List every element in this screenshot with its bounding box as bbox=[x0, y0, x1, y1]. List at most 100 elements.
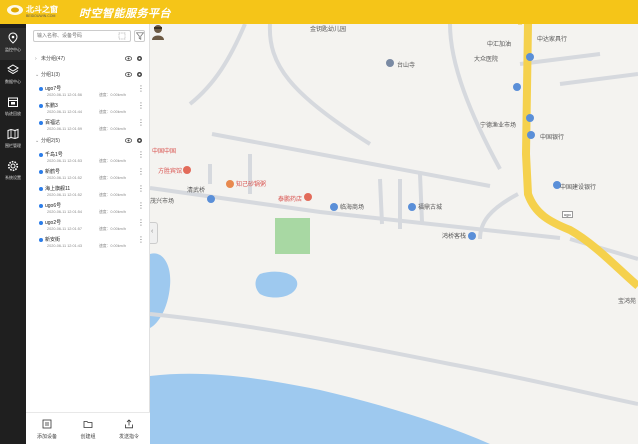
map-poi-label[interactable]: 中国建设银行 bbox=[560, 182, 596, 191]
vehicle-time: 2020-06-11 12:01:44 bbox=[47, 110, 82, 114]
vehicle-item[interactable]: 东鹏3 2020-06-11 12:01:44 速度：0.00km/h ⋮ bbox=[39, 102, 149, 118]
vehicle-item[interactable]: 海上旗舰11 2020-06-11 12:01:52 速度：0.00km/h ⋮ bbox=[39, 185, 149, 201]
online-status-dot bbox=[39, 87, 43, 91]
map-view[interactable]: 中汇加油 中达家具行 大众医院 宁德渔业市场 中国银行 中国建设银行 中国中国 … bbox=[150, 24, 638, 444]
vehicle-item[interactable]: ugo7号 2020-06-11 12:01:56 速度：0.00km/h ⋮ bbox=[39, 85, 149, 101]
more-options-icon[interactable]: ⋮ bbox=[137, 151, 145, 159]
vehicle-tag[interactable]: ugo bbox=[562, 211, 573, 218]
vehicle-name: ugo2号 bbox=[45, 220, 62, 226]
create-group-label: 创建组 bbox=[80, 434, 96, 440]
app-title: 时空智能服务平台 bbox=[79, 8, 171, 20]
sidebar-item-settings[interactable]: 系统设置 bbox=[0, 156, 26, 188]
vehicle-list-panel: › 未分组(47) ⌄ 分组1(3) ugo7号 2020-06-11 12:0… bbox=[26, 24, 150, 444]
map-poi-label[interactable]: 大众医院 bbox=[474, 54, 498, 63]
vehicle-speed: 速度：0.00km/h bbox=[99, 210, 127, 214]
more-options-icon[interactable]: ⋮ bbox=[137, 119, 145, 127]
map-poi-label[interactable]: 中国银行 bbox=[540, 132, 564, 141]
sidebar-item-playback[interactable]: 轨迹回放 bbox=[0, 92, 26, 124]
online-status-dot bbox=[39, 238, 43, 242]
gear-icon[interactable] bbox=[136, 55, 143, 62]
add-device-label: 添加设备 bbox=[36, 434, 57, 440]
map-poi-label[interactable]: 知己砂锅粥 bbox=[236, 179, 266, 188]
add-device-icon bbox=[42, 419, 52, 429]
vehicle-time: 2020-06-11 12:01:54 bbox=[47, 210, 82, 214]
add-device-button[interactable]: 添加设备 bbox=[30, 417, 64, 443]
vehicle-time: 2020-06-11 12:01:59 bbox=[47, 127, 82, 131]
map-poi-label[interactable]: 宁德渔业市场 bbox=[480, 120, 516, 129]
more-options-icon[interactable]: ⋮ bbox=[137, 85, 145, 93]
map-poi-label[interactable]: 临海商场 bbox=[340, 202, 364, 211]
vehicle-name: 新鹤号 bbox=[45, 169, 61, 175]
more-options-icon[interactable]: ⋮ bbox=[137, 168, 145, 176]
eye-icon[interactable] bbox=[125, 55, 132, 62]
vehicle-speed: 速度：0.00km/h bbox=[99, 93, 127, 97]
gear-icon[interactable] bbox=[136, 71, 143, 78]
sidebar-item-monitor[interactable]: 监控中心 bbox=[0, 28, 26, 60]
group-header[interactable]: ⌄ 分组1(3) bbox=[35, 71, 146, 79]
calendar-icon bbox=[8, 97, 18, 107]
more-options-icon[interactable]: ⋮ bbox=[137, 236, 145, 244]
sidebar-item-label: 系统设置 bbox=[5, 175, 21, 180]
online-status-dot bbox=[39, 187, 43, 191]
map-poi-label[interactable]: 清武桥 bbox=[187, 185, 205, 194]
vehicle-item[interactable]: ugo2号 2020-06-11 12:01:57 速度：0.00km/h ⋮ bbox=[39, 219, 149, 235]
more-options-icon[interactable]: ⋮ bbox=[137, 219, 145, 227]
map-poi-label[interactable]: 福鼎古城 bbox=[418, 202, 442, 211]
expand-caret-icon[interactable]: › bbox=[35, 56, 37, 62]
group-name: 未分组(47) bbox=[41, 56, 65, 62]
more-options-icon[interactable]: ⋮ bbox=[137, 185, 145, 193]
map-poi-label[interactable]: 茂兴市场 bbox=[150, 196, 174, 205]
collapse-caret-icon[interactable]: ⌄ bbox=[35, 72, 39, 78]
vehicle-time: 2020-06-11 12:01:52 bbox=[47, 193, 82, 197]
vehicle-time: 2020-06-11 12:01:57 bbox=[47, 227, 82, 231]
vehicle-name: ugo7号 bbox=[45, 86, 62, 92]
folder-icon bbox=[83, 421, 93, 428]
vehicle-speed: 速度：0.00km/h bbox=[99, 127, 127, 131]
online-status-dot bbox=[39, 104, 43, 108]
vehicle-item[interactable]: ugo6号 2020-06-11 12:01:54 速度：0.00km/h ⋮ bbox=[39, 202, 149, 218]
map-poi-label[interactable]: 金钥匙幼儿园 bbox=[310, 24, 346, 33]
vehicle-item[interactable]: 百福达 2020-06-11 12:01:59 速度：0.00km/h ⋮ bbox=[39, 119, 149, 135]
vehicle-item[interactable]: 新安街 2020-06-11 12:01:43 速度：0.00km/h ⋮ bbox=[39, 236, 149, 252]
map-poi-label[interactable]: 鸿桥客栈 bbox=[442, 231, 466, 240]
send-command-button[interactable]: 发送指令 bbox=[112, 417, 146, 443]
vehicle-marker-icon[interactable] bbox=[150, 24, 166, 40]
sidebar-item-fence[interactable]: 围栏管理 bbox=[0, 124, 26, 156]
map-poi-label[interactable]: 宝鸿苑 bbox=[618, 296, 636, 305]
vehicle-speed: 速度：0.00km/h bbox=[99, 176, 127, 180]
collapse-caret-icon[interactable]: ⌄ bbox=[35, 138, 39, 144]
clear-search-icon[interactable] bbox=[118, 32, 126, 40]
sidebar-item-label: 数据中心 bbox=[5, 79, 21, 84]
filter-button[interactable] bbox=[134, 30, 145, 42]
eye-icon[interactable] bbox=[125, 137, 132, 144]
online-status-dot bbox=[39, 121, 43, 125]
map-poi-label[interactable]: 中汇加油 bbox=[487, 39, 511, 48]
vehicle-name: 海上旗舰11 bbox=[45, 186, 71, 192]
app-logo[interactable]: 北斗之窗 BEIDOUWIN.COM bbox=[6, 3, 64, 21]
group-header[interactable]: ⌄ 分组2(5) bbox=[35, 137, 146, 145]
sidebar-item-data[interactable]: 数据中心 bbox=[0, 60, 26, 92]
online-status-dot bbox=[39, 153, 43, 157]
map-poi-label[interactable]: 中达家具行 bbox=[537, 34, 567, 43]
map-canvas bbox=[150, 24, 638, 444]
layers-icon bbox=[7, 64, 19, 75]
more-options-icon[interactable]: ⋮ bbox=[137, 102, 145, 110]
create-group-button[interactable]: 创建组 bbox=[71, 417, 105, 443]
group-header[interactable]: › 未分组(47) bbox=[35, 55, 146, 63]
vehicle-item[interactable]: 千岛1号 2020-06-11 12:01:53 速度：0.00km/h ⋮ bbox=[39, 151, 149, 167]
more-options-icon[interactable]: ⋮ bbox=[137, 202, 145, 210]
map-poi-label[interactable]: 方胜宾馆 bbox=[158, 166, 182, 175]
panel-action-bar: 添加设备 创建组 发送指令 bbox=[26, 412, 150, 444]
vehicle-time: 2020-06-11 12:01:52 bbox=[47, 176, 82, 180]
vehicle-time: 2020-06-11 12:01:56 bbox=[47, 93, 82, 97]
gear-icon[interactable] bbox=[136, 137, 143, 144]
send-icon bbox=[125, 419, 133, 429]
map-poi-label[interactable]: 中国中国 bbox=[152, 146, 176, 155]
eye-icon[interactable] bbox=[125, 71, 132, 78]
search-input[interactable] bbox=[33, 30, 131, 42]
vehicle-item[interactable]: 新鹤号 2020-06-11 12:01:52 速度：0.00km/h ⋮ bbox=[39, 168, 149, 184]
map-poi-label[interactable]: 泰鹏药店 bbox=[278, 194, 302, 203]
panel-collapse-toggle[interactable]: ‹ bbox=[150, 222, 158, 244]
vehicle-speed: 速度：0.00km/h bbox=[99, 244, 127, 248]
map-poi-label[interactable]: 台山寺 bbox=[397, 60, 415, 69]
